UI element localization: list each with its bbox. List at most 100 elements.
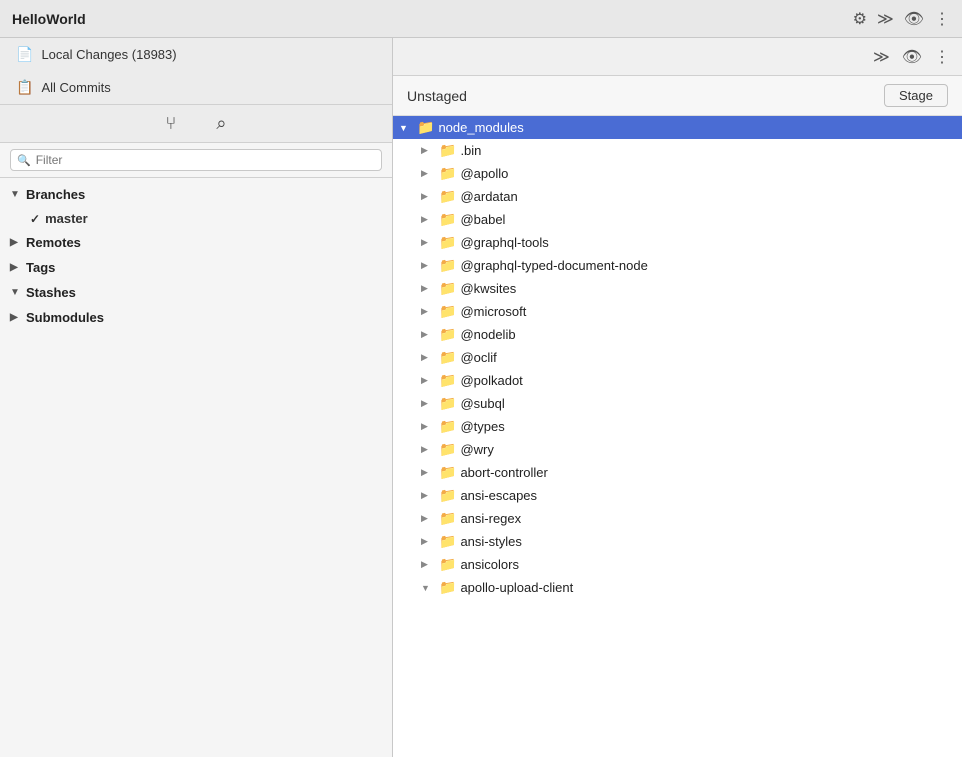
oclif-name: @oclif [460, 350, 496, 365]
local-changes-icon: 📄 [16, 46, 33, 63]
file-row-ansi-styles[interactable]: ▶ 📁 ansi-styles [393, 530, 962, 553]
graphql-typed-arrow: ▶ [421, 260, 435, 271]
subql-arrow: ▶ [421, 398, 435, 409]
ansi-regex-name: ansi-regex [460, 511, 521, 526]
file-row-bin[interactable]: ▶ 📁 .bin [393, 139, 962, 162]
file-row-types[interactable]: ▶ 📁 @types [393, 415, 962, 438]
branch-icon[interactable]: ⑂ [166, 113, 177, 134]
subql-name: @subql [460, 396, 504, 411]
file-row-babel[interactable]: ▶ 📁 @babel [393, 208, 962, 231]
main-layout: 📄 Local Changes (18983) 📋 All Commits ⑂ … [0, 38, 962, 757]
ansicolors-arrow: ▶ [421, 559, 435, 570]
file-row-polkadot[interactable]: ▶ 📁 @polkadot [393, 369, 962, 392]
tags-label: Tags [26, 260, 55, 275]
wry-arrow: ▶ [421, 444, 435, 455]
sidebar: 📄 Local Changes (18983) 📋 All Commits ⑂ … [0, 38, 393, 757]
top-bar: HelloWorld ⚙ ≫ 👁 ⋮ [0, 0, 962, 38]
ansi-escapes-folder-icon: 📁 [439, 487, 456, 504]
settings-icon[interactable]: ⚙ [853, 9, 867, 29]
graphql-tools-name: @graphql-tools [460, 235, 548, 250]
bin-arrow: ▶ [421, 145, 435, 156]
more-icon[interactable]: ⋮ [934, 9, 950, 29]
bin-name: .bin [460, 143, 481, 158]
kwsites-name: @kwsites [460, 281, 516, 296]
all-commits-label: All Commits [41, 80, 110, 95]
nodelib-arrow: ▶ [421, 329, 435, 340]
eye-icon[interactable]: 👁 [904, 9, 924, 29]
babel-arrow: ▶ [421, 214, 435, 225]
node-modules-folder-icon: 📁 [417, 119, 434, 136]
oclif-folder-icon: 📁 [439, 349, 456, 366]
section-stashes[interactable]: Stashes [0, 280, 392, 305]
right-collapse-icon[interactable]: ≫ [873, 47, 890, 67]
wry-folder-icon: 📁 [439, 441, 456, 458]
ansi-styles-folder-icon: 📁 [439, 533, 456, 550]
types-arrow: ▶ [421, 421, 435, 432]
subql-folder-icon: 📁 [439, 395, 456, 412]
file-row-ansicolors[interactable]: ▶ 📁 ansicolors [393, 553, 962, 576]
filter-icon: 🔍 [17, 154, 31, 167]
abort-controller-name: abort-controller [460, 465, 547, 480]
file-row-graphql-tools[interactable]: ▶ 📁 @graphql-tools [393, 231, 962, 254]
right-eye-icon[interactable]: 👁 [902, 47, 922, 67]
file-row-abort-controller[interactable]: ▶ 📁 abort-controller [393, 461, 962, 484]
search-icon[interactable]: ⌕ [216, 113, 226, 134]
section-tags[interactable]: Tags [0, 255, 392, 280]
microsoft-arrow: ▶ [421, 306, 435, 317]
all-commits-icon: 📋 [16, 79, 33, 96]
kwsites-arrow: ▶ [421, 283, 435, 294]
sidebar-item-all-commits[interactable]: 📋 All Commits [0, 71, 392, 104]
bin-folder-icon: 📁 [439, 142, 456, 159]
apollo-arrow: ▶ [421, 168, 435, 179]
file-row-apollo[interactable]: ▶ 📁 @apollo [393, 162, 962, 185]
graphql-tools-folder-icon: 📁 [439, 234, 456, 251]
ardatan-name: @ardatan [460, 189, 517, 204]
file-row-node-modules[interactable]: ▼ 📁 node_modules [393, 116, 962, 139]
babel-folder-icon: 📁 [439, 211, 456, 228]
sidebar-filter: 🔍 [0, 143, 392, 178]
file-row-subql[interactable]: ▶ 📁 @subql [393, 392, 962, 415]
file-tree: ▼ 📁 node_modules ▶ 📁 .bin ▶ 📁 @apollo ▶ … [393, 116, 962, 757]
master-label: master [45, 211, 88, 226]
file-row-nodelib[interactable]: ▶ 📁 @nodelib [393, 323, 962, 346]
stashes-label: Stashes [26, 285, 76, 300]
sidebar-item-local-changes[interactable]: 📄 Local Changes (18983) [0, 38, 392, 71]
file-row-apollo-upload[interactable]: ▼ 📁 apollo-upload-client [393, 576, 962, 599]
file-row-ansi-escapes[interactable]: ▶ 📁 ansi-escapes [393, 484, 962, 507]
file-row-wry[interactable]: ▶ 📁 @wry [393, 438, 962, 461]
section-submodules[interactable]: Submodules [0, 305, 392, 330]
ansicolors-name: ansicolors [460, 557, 519, 572]
sidebar-tree: Branches ✓ master Remotes Tags Stashes [0, 178, 392, 757]
apollo-upload-folder-icon: 📁 [439, 579, 456, 596]
microsoft-name: @microsoft [460, 304, 526, 319]
collapse-icon[interactable]: ≫ [877, 9, 894, 29]
remotes-label: Remotes [26, 235, 81, 250]
stage-button[interactable]: Stage [884, 84, 948, 107]
types-folder-icon: 📁 [439, 418, 456, 435]
branches-label: Branches [26, 187, 85, 202]
file-row-ardatan[interactable]: ▶ 📁 @ardatan [393, 185, 962, 208]
master-checkmark: ✓ [30, 212, 40, 226]
sidebar-nav: 📄 Local Changes (18983) 📋 All Commits [0, 38, 392, 105]
app-title: HelloWorld [12, 11, 86, 27]
branch-master[interactable]: ✓ master [0, 207, 392, 230]
tags-arrow [10, 262, 22, 273]
unstaged-label: Unstaged [407, 88, 467, 104]
local-changes-label: Local Changes (18983) [41, 47, 176, 62]
file-row-graphql-typed[interactable]: ▶ 📁 @graphql-typed-document-node [393, 254, 962, 277]
right-more-icon[interactable]: ⋮ [934, 47, 950, 67]
polkadot-name: @polkadot [460, 373, 522, 388]
section-branches[interactable]: Branches [0, 182, 392, 207]
file-row-microsoft[interactable]: ▶ 📁 @microsoft [393, 300, 962, 323]
filter-input[interactable] [36, 153, 375, 167]
babel-name: @babel [460, 212, 505, 227]
section-remotes[interactable]: Remotes [0, 230, 392, 255]
filter-input-wrap: 🔍 [10, 149, 382, 171]
file-row-oclif[interactable]: ▶ 📁 @oclif [393, 346, 962, 369]
abort-controller-folder-icon: 📁 [439, 464, 456, 481]
file-row-ansi-regex[interactable]: ▶ 📁 ansi-regex [393, 507, 962, 530]
node-modules-arrow: ▼ [399, 123, 413, 133]
abort-controller-arrow: ▶ [421, 467, 435, 478]
file-row-kwsites[interactable]: ▶ 📁 @kwsites [393, 277, 962, 300]
graphql-tools-arrow: ▶ [421, 237, 435, 248]
